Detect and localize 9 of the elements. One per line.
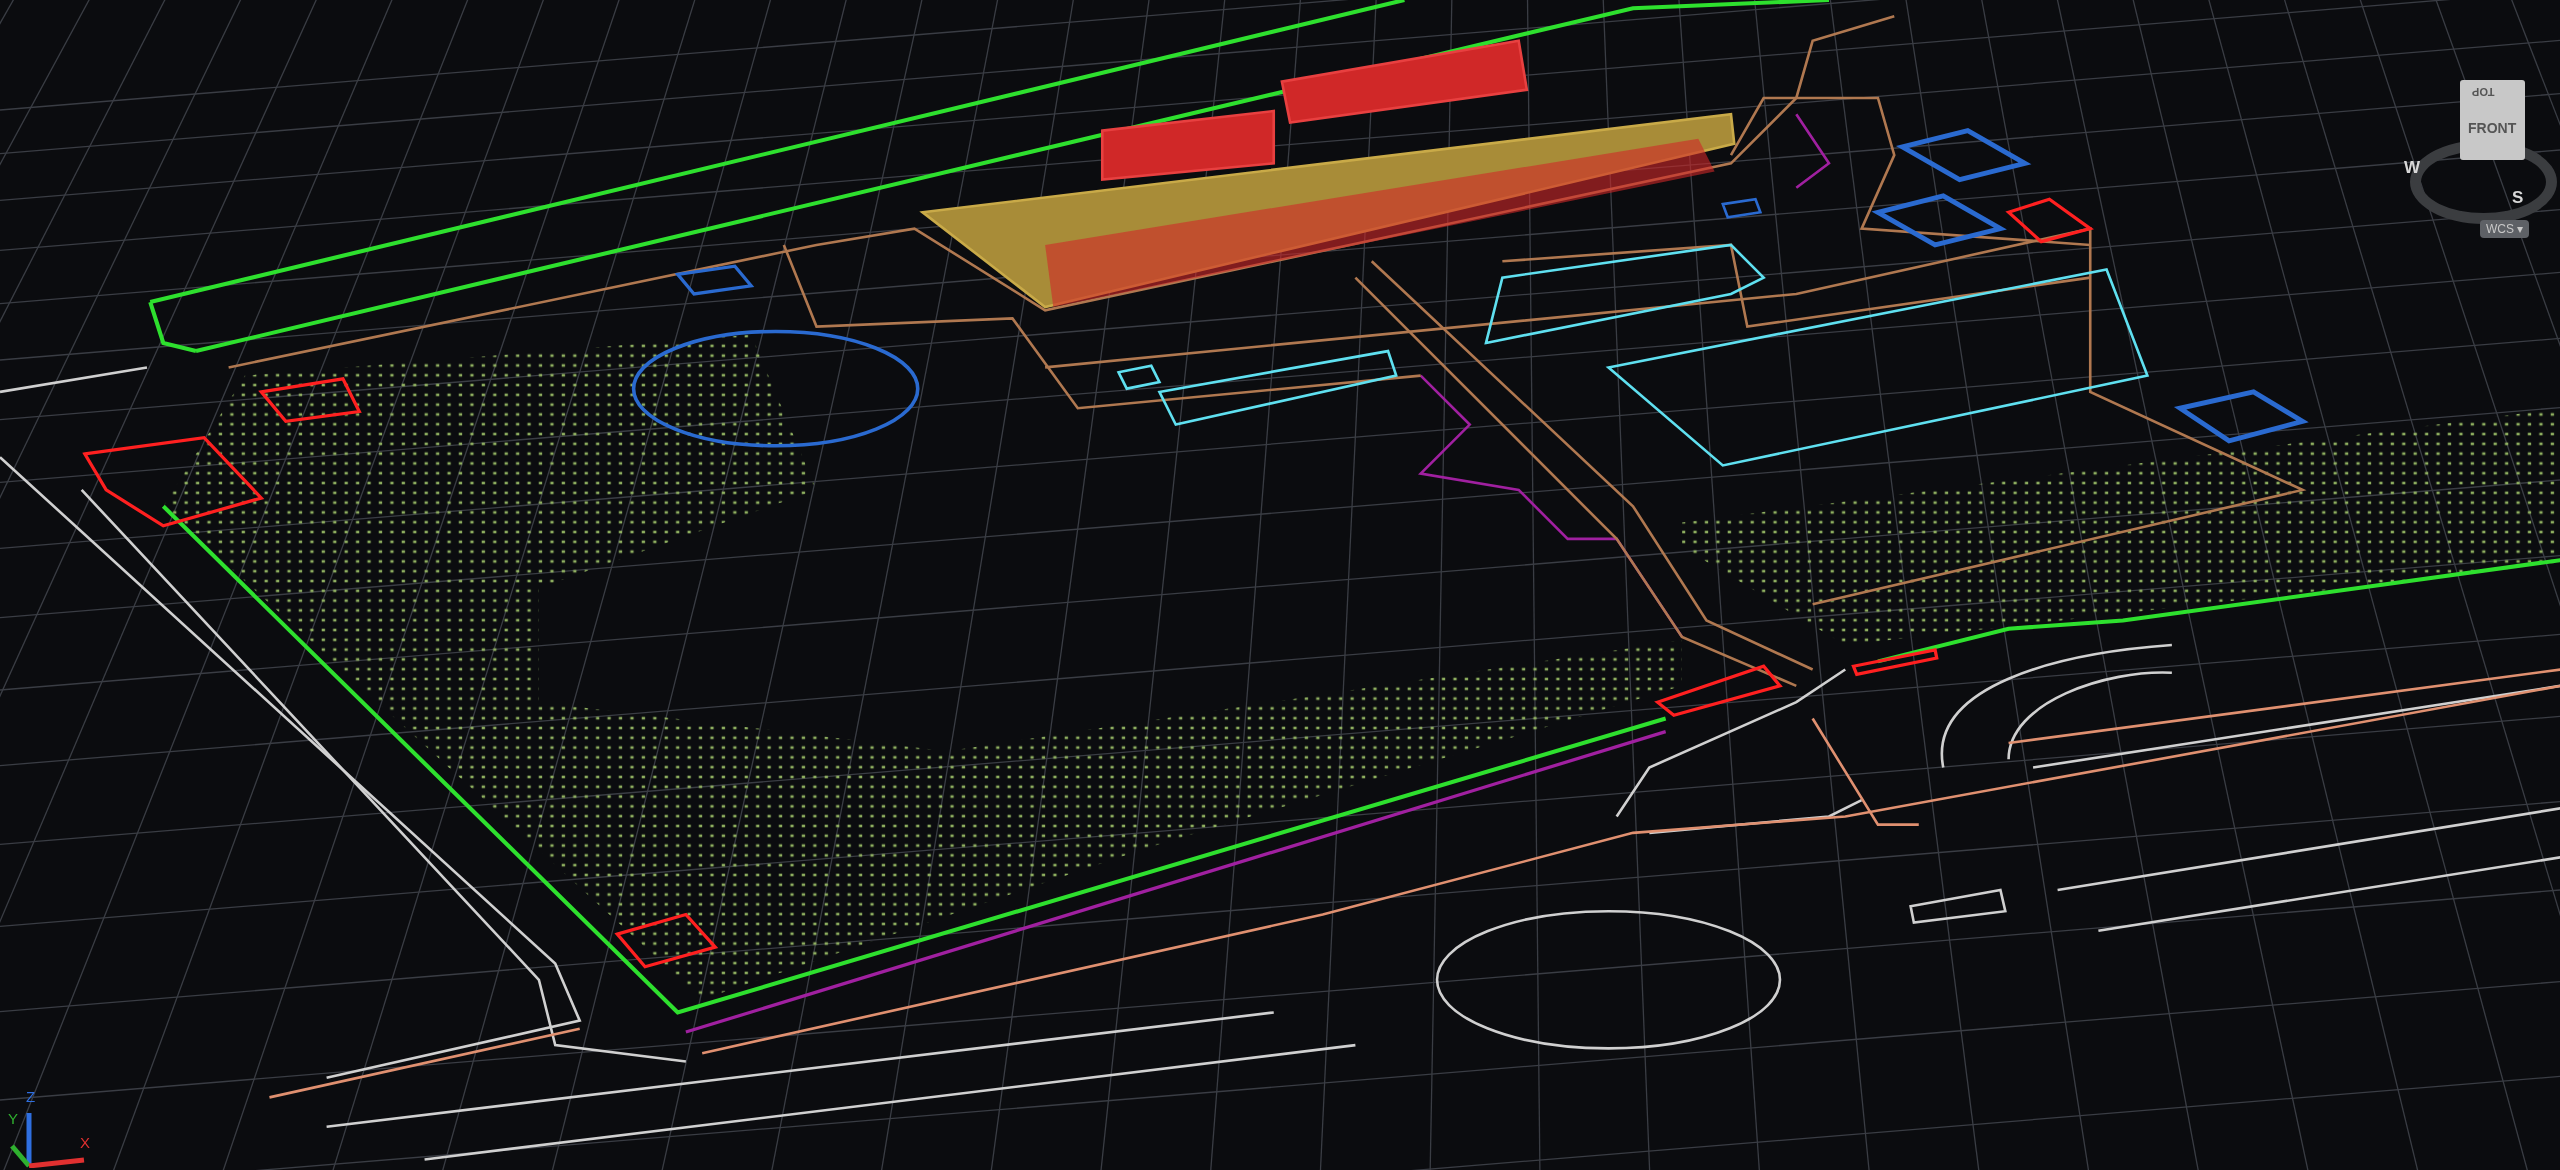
top-face-label[interactable]: TOP: [2472, 86, 2495, 98]
axis-label: Z: [26, 1088, 36, 1105]
viewcube[interactable]: TOP FRONT: [2460, 80, 2525, 160]
compass-letter[interactable]: S: [2512, 188, 2524, 208]
coordinate-system-dropdown[interactable]: WCS ▾: [2480, 220, 2530, 238]
compass-letter[interactable]: W: [2404, 158, 2421, 178]
front-face-label[interactable]: FRONT: [2468, 120, 2517, 136]
axis-label: Y: [8, 1110, 18, 1127]
axis-label: X: [80, 1134, 90, 1151]
